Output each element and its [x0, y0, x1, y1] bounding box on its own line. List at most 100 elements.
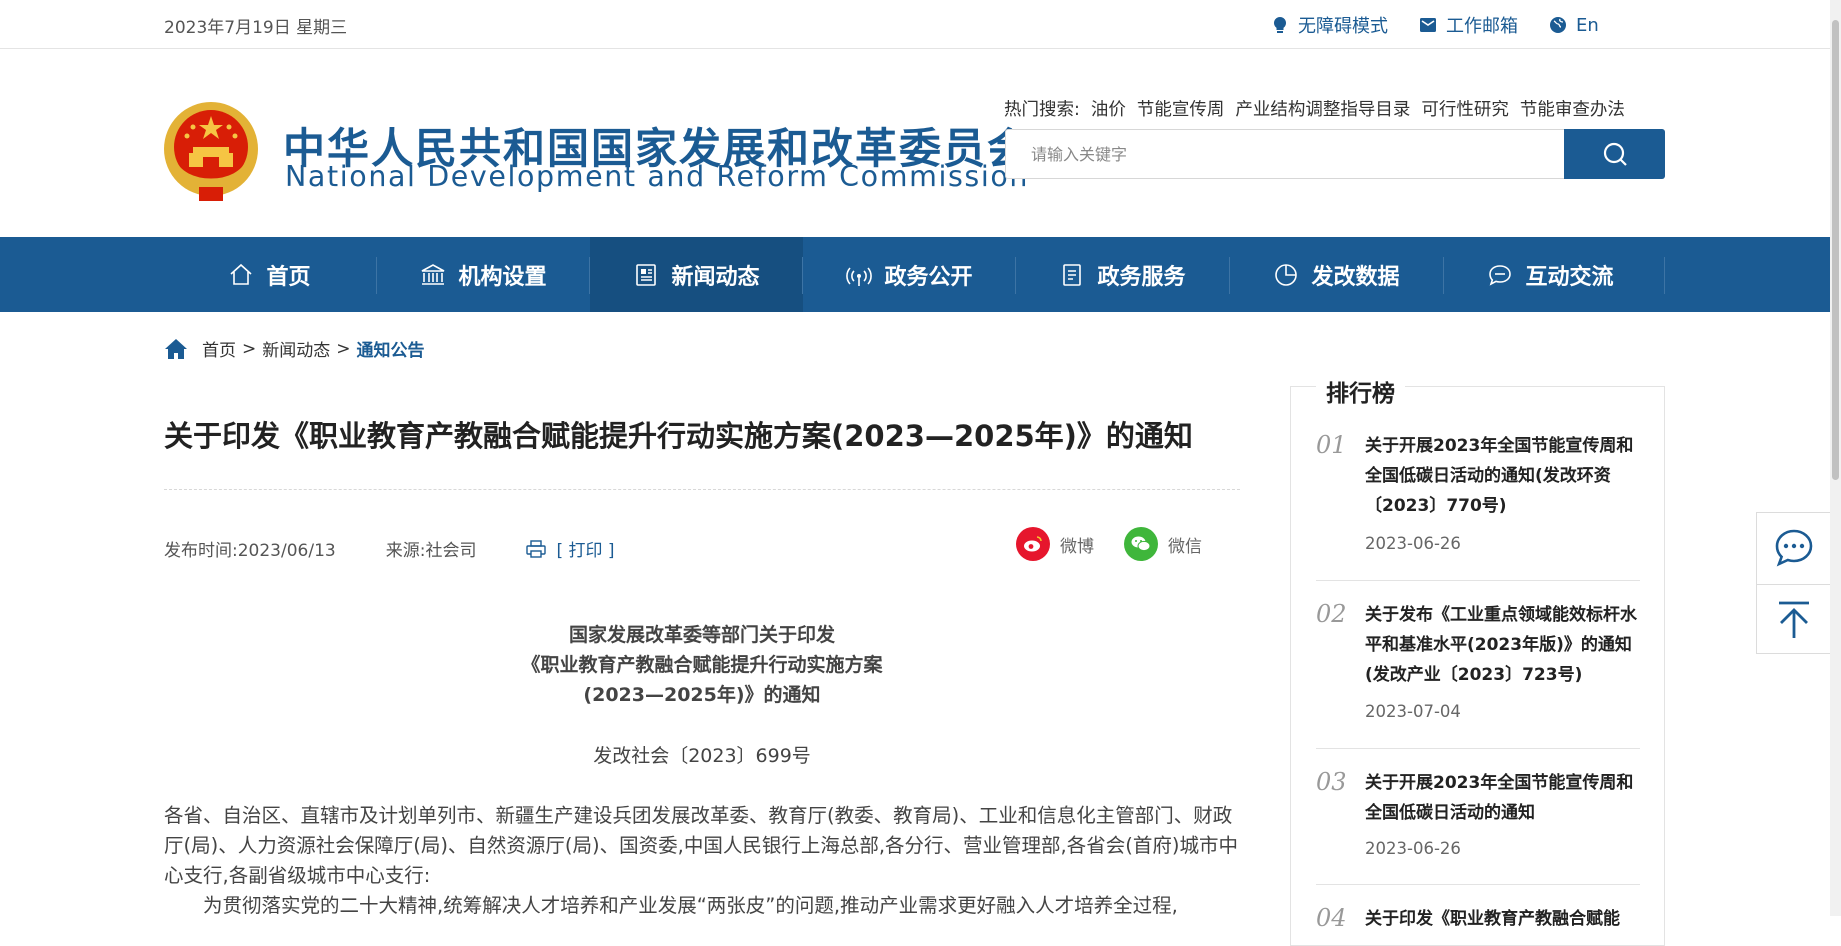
- breadcrumb-current[interactable]: 通知公告: [357, 336, 425, 361]
- institution-icon: [422, 263, 445, 285]
- chat-icon: [1489, 264, 1512, 286]
- printer-icon: [526, 539, 547, 558]
- breadcrumb-separator: >: [242, 338, 257, 359]
- ranking-divider: [1316, 884, 1640, 885]
- share-wechat[interactable]: 微信: [1124, 527, 1202, 561]
- share-bar: 微博 微信: [1016, 527, 1202, 561]
- ranking-divider: [1316, 748, 1640, 749]
- nav-gov-affairs[interactable]: 政务公开: [803, 237, 1016, 312]
- breadcrumb-home[interactable]: 首页: [202, 336, 236, 361]
- print-label: [ 打印 ]: [556, 541, 615, 561]
- pie-chart-icon: [1275, 263, 1298, 286]
- english-link[interactable]: En: [1548, 12, 1599, 38]
- work-email-link[interactable]: 工作邮箱: [1418, 12, 1518, 38]
- share-weibo-label: 微博: [1060, 536, 1094, 557]
- hot-keyword[interactable]: 节能审查办法: [1520, 96, 1625, 121]
- home-icon[interactable]: [164, 338, 188, 360]
- weibo-icon: [1016, 527, 1050, 561]
- nav-institutions[interactable]: 机构设置: [377, 237, 590, 312]
- ranking-item-date: 2023-06-26: [1365, 534, 1461, 553]
- hot-keyword[interactable]: 节能宣传周: [1137, 96, 1225, 121]
- scrollbar-thumb[interactable]: [1832, 20, 1839, 480]
- main-nav: 首页 机构设置 新闻动态 政务公开 政务服务 发改数据 互动交流: [0, 237, 1830, 312]
- wechat-icon: [1124, 527, 1158, 561]
- body-paragraph: 各省、自治区、直辖市及计划单列市、新疆生产建设兵团发展改革委、教育厅(教委、教育…: [164, 804, 1238, 887]
- nav-interaction[interactable]: 互动交流: [1444, 237, 1657, 312]
- nav-news[interactable]: 新闻动态: [590, 237, 803, 312]
- top-bar: 2023年7月19日 星期三 无障碍模式 工作邮箱 En: [0, 0, 1830, 49]
- broadcast-icon: [846, 266, 873, 286]
- nav-divider: [1664, 257, 1665, 294]
- ranking-item-title[interactable]: 关于开展2023年全国节能宣传周和全国低碳日活动的通知(发改环资〔2023〕77…: [1365, 431, 1645, 521]
- search-button[interactable]: [1564, 129, 1665, 179]
- ranking-number: 03: [1316, 768, 1347, 796]
- national-emblem-logo[interactable]: [163, 101, 260, 205]
- home-icon: [230, 263, 253, 285]
- message-button[interactable]: [1757, 513, 1830, 583]
- ranking-number: 02: [1316, 600, 1347, 628]
- search-input[interactable]: [1006, 130, 1566, 178]
- publish-date: 发布时间:2023/06/13: [164, 541, 336, 561]
- nav-label: 政务服务: [1097, 264, 1186, 290]
- hot-search: 热门搜索: 油价 节能宣传周 产业结构调整指导目录 可行性研究 节能审查办法: [1004, 96, 1625, 121]
- document-number: 发改社会〔2023〕699号: [593, 745, 811, 767]
- site-title-english: National Development and Reform Commissi…: [285, 160, 1030, 193]
- breadcrumb: 首页 > 新闻动态 > 通知公告: [164, 336, 425, 361]
- news-icon: [636, 263, 657, 286]
- ranking-item-title[interactable]: 关于开展2023年全国节能宣传周和全国低碳日活动的通知: [1365, 768, 1645, 828]
- ranking-number: 01: [1316, 431, 1347, 459]
- share-weibo[interactable]: 微博: [1016, 527, 1094, 561]
- english-label: En: [1576, 14, 1599, 36]
- current-date: 2023年7月19日 星期三: [164, 18, 348, 38]
- nav-label: 互动交流: [1525, 264, 1614, 290]
- document-heading-line: (2023—2025年)》的通知: [583, 684, 821, 706]
- search-box: [1005, 129, 1665, 179]
- article-title: 关于印发《职业教育产教融合赋能提升行动实施方案(2023—2025年)》的通知: [164, 419, 1193, 453]
- nav-label: 发改数据: [1311, 264, 1400, 290]
- hot-keyword[interactable]: 可行性研究: [1421, 96, 1509, 121]
- side-tools: [1756, 512, 1831, 654]
- ranking-number: 04: [1316, 904, 1347, 932]
- article-body: 各省、自治区、直辖市及计划单列市、新疆生产建设兵团发展改革委、教育厅(教委、教育…: [164, 801, 1240, 921]
- document-heading: 国家发展改革委等部门关于印发 《职业教育产教融合赋能提升行动实施方案 (2023…: [164, 620, 1240, 710]
- back-to-top-button[interactable]: [1757, 584, 1830, 654]
- document-icon: [1063, 263, 1082, 286]
- ranking-title: 排行榜: [1316, 374, 1405, 408]
- globe-icon: [1550, 17, 1566, 33]
- ranking-divider: [1316, 580, 1640, 581]
- body-paragraph: 为贯彻落实党的二十大精神,统筹解决人才培养和产业发展“两张皮”的问题,推动产业需…: [203, 894, 1178, 917]
- share-wechat-label: 微信: [1168, 536, 1202, 557]
- breadcrumb-news[interactable]: 新闻动态: [262, 336, 330, 361]
- print-button[interactable]: [ 打印 ]: [526, 536, 615, 561]
- back-to-top-icon: [1778, 601, 1809, 638]
- document-heading-line: 国家发展改革委等部门关于印发: [568, 624, 835, 646]
- document-heading-line: 《职业教育产教融合赋能提升行动实施方案: [521, 654, 883, 676]
- accessibility-mode-label: 无障碍模式: [1298, 16, 1388, 37]
- nav-label: 机构设置: [458, 264, 547, 290]
- article-meta: 发布时间:2023/06/13 来源:社会司 [ 打印 ]: [164, 536, 615, 561]
- message-icon: [1775, 529, 1812, 567]
- search-icon: [1603, 142, 1627, 166]
- mail-icon: [1420, 18, 1436, 32]
- nav-label: 新闻动态: [671, 264, 760, 290]
- ranking-item-title[interactable]: 关于印发《职业教育产教融合赋能: [1365, 904, 1645, 934]
- nav-label: 政务公开: [884, 264, 973, 290]
- accessibility-mode-link[interactable]: 无障碍模式: [1270, 12, 1388, 38]
- title-divider: [164, 489, 1240, 490]
- page-scrollbar[interactable]: [1830, 0, 1841, 916]
- hot-keyword[interactable]: 油价: [1091, 96, 1126, 121]
- hot-keyword[interactable]: 产业结构调整指导目录: [1235, 96, 1410, 121]
- nav-home[interactable]: 首页: [163, 237, 376, 312]
- nav-label: 首页: [266, 264, 311, 290]
- breadcrumb-separator: >: [336, 338, 351, 359]
- article-source: 来源:社会司: [385, 541, 477, 561]
- work-email-label: 工作邮箱: [1446, 16, 1518, 37]
- ranking-item-title[interactable]: 关于发布《工业重点领域能效标杆水平和基准水平(2023年版)》的通知(发改产业〔…: [1365, 600, 1645, 690]
- nav-data[interactable]: 发改数据: [1230, 237, 1443, 312]
- bulb-icon: [1273, 16, 1287, 33]
- nav-services[interactable]: 政务服务: [1016, 237, 1229, 312]
- hot-search-label: 热门搜索:: [1004, 100, 1080, 120]
- ranking-item-date: 2023-06-26: [1365, 839, 1461, 858]
- top-links: 无障碍模式 工作邮箱 En: [1270, 12, 1599, 38]
- ranking-item-date: 2023-07-04: [1365, 702, 1461, 721]
